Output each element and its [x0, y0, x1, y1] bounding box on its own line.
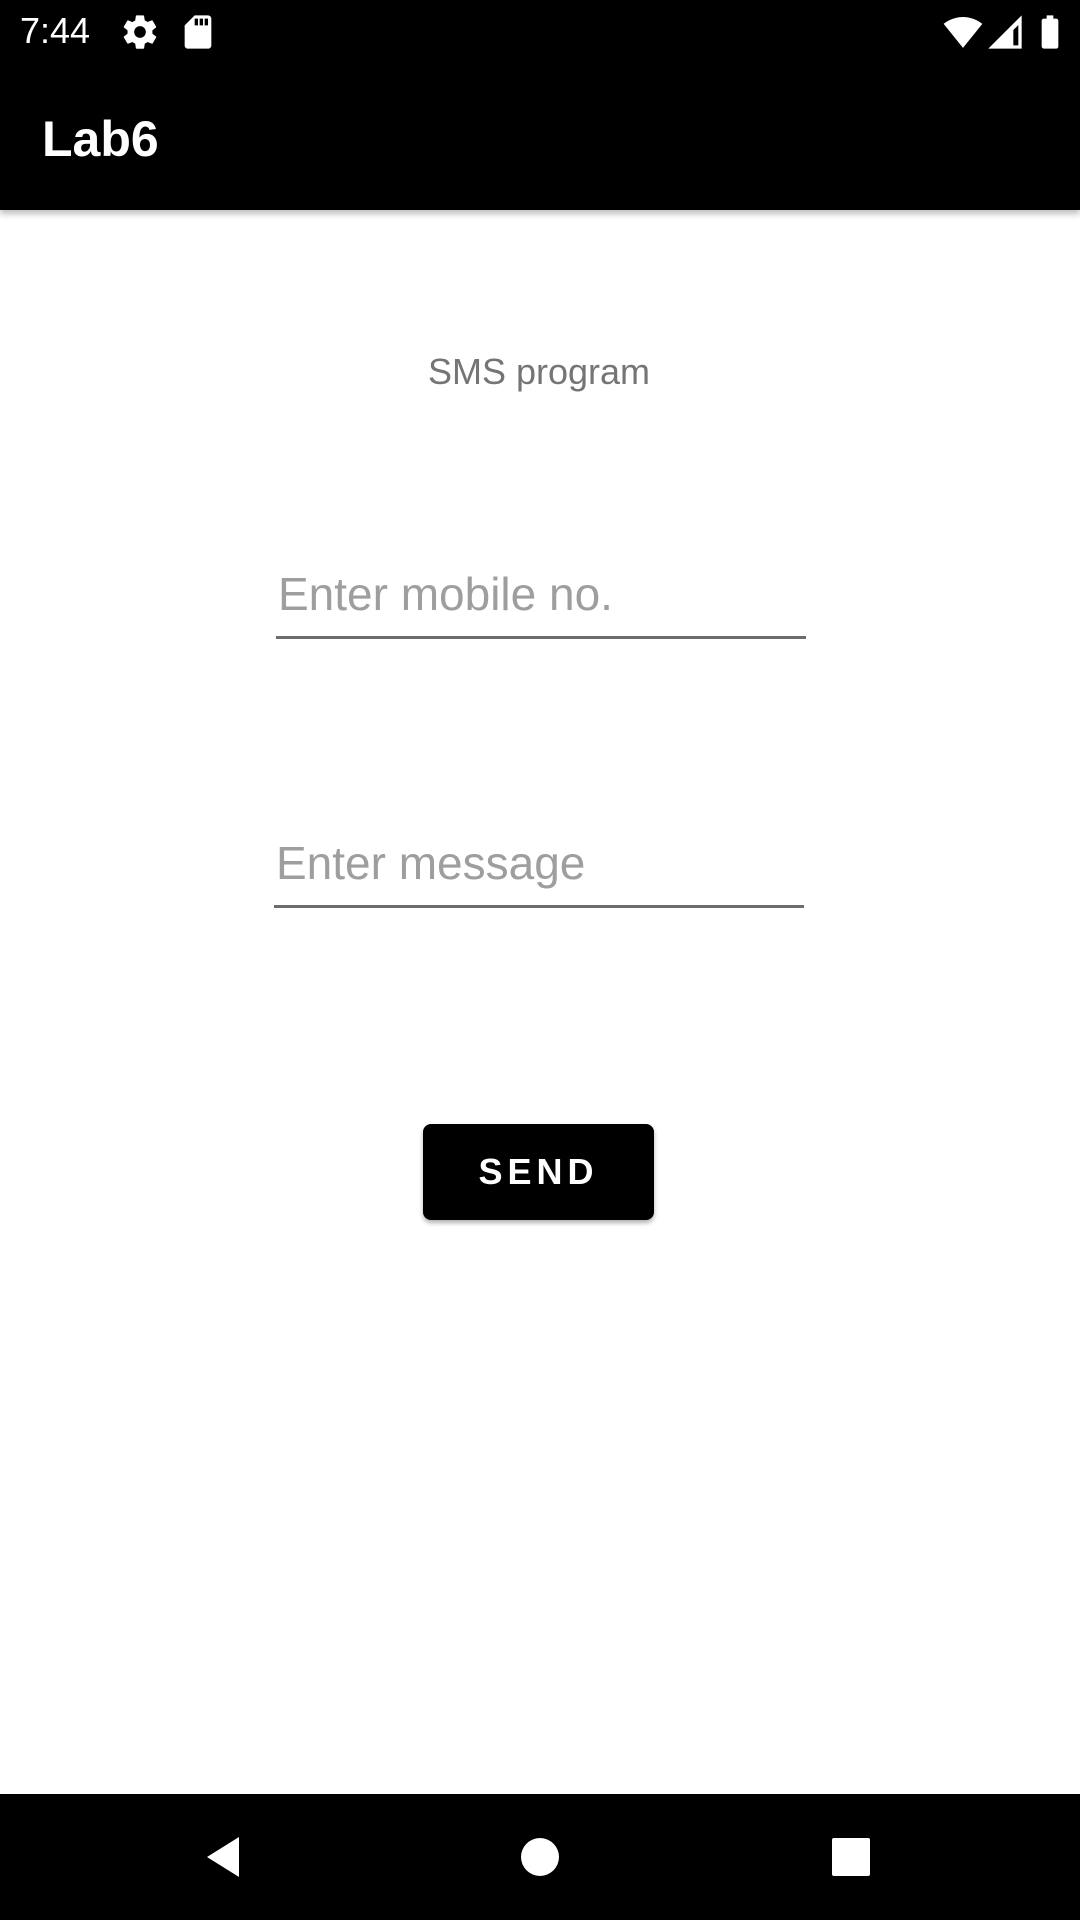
- navigation-bar: [0, 1794, 1080, 1920]
- app-title: Lab6: [42, 111, 159, 167]
- page-heading: SMS program: [427, 351, 651, 392]
- signal-icon: [985, 12, 1025, 52]
- message-input[interactable]: [274, 828, 804, 908]
- status-bar: 7:44: [0, 0, 1080, 63]
- app-bar: Lab6: [0, 63, 1080, 210]
- sd-card-icon: [178, 12, 218, 52]
- send-button[interactable]: SEND: [423, 1124, 654, 1220]
- gear-icon: [120, 12, 160, 52]
- mobile-number-input[interactable]: [276, 559, 806, 639]
- back-icon[interactable]: [195, 1827, 255, 1887]
- home-icon[interactable]: [510, 1827, 570, 1887]
- recents-icon[interactable]: [821, 1827, 881, 1887]
- wifi-icon: [943, 12, 983, 52]
- battery-icon: [1030, 12, 1070, 52]
- status-time: 7:44: [20, 10, 91, 51]
- screen: 7:44 Lab6 SMS program SEND: [0, 0, 1080, 1920]
